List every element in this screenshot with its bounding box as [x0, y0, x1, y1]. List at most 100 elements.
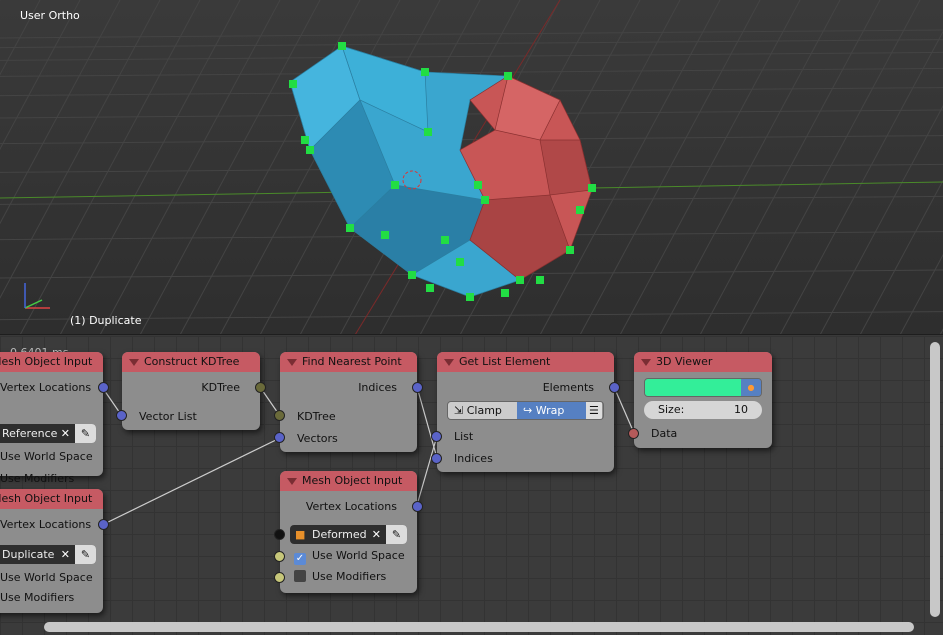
vertex	[289, 80, 297, 88]
object-field[interactable]: Reference ✕ ✎	[0, 424, 96, 443]
grid-line	[659, 0, 841, 334]
input-label: Vectors	[297, 432, 338, 445]
indices-input-socket[interactable]	[431, 453, 442, 464]
checkmark-icon[interactable]: ✓	[294, 553, 306, 565]
vertex	[421, 68, 429, 76]
output-socket[interactable]	[412, 501, 423, 512]
checkbox-icon[interactable]	[294, 570, 306, 582]
object-cube-icon: ■	[295, 528, 306, 541]
vectors-input-socket[interactable]	[274, 432, 285, 443]
vertex	[566, 246, 574, 254]
grid-line	[0, 0, 41, 76]
vertex	[576, 206, 584, 214]
clamp-label: Clamp	[466, 404, 502, 417]
output-label: Vertex Locations	[305, 500, 397, 513]
clear-icon[interactable]: ✕	[61, 424, 70, 443]
viewport-scene	[0, 0, 943, 334]
vertex	[501, 289, 509, 297]
output-socket[interactable]	[609, 382, 620, 393]
output-label: Indices	[358, 381, 397, 394]
wrap-label: Wrap	[535, 404, 565, 417]
node-header[interactable]: Find Nearest Point	[280, 352, 417, 372]
vertical-scrollbar[interactable]	[930, 342, 940, 617]
node-find-nearest-point[interactable]: Find Nearest Point Indices KDTree Vector…	[274, 352, 423, 452]
color-swatch[interactable]	[645, 379, 741, 396]
use-world-space-label[interactable]: Use World Space	[0, 571, 93, 584]
grid-line	[0, 39, 943, 49]
grid-line	[739, 0, 921, 334]
node-header[interactable]: Mesh Object Input	[0, 489, 103, 509]
input-socket[interactable]	[116, 410, 127, 421]
object-name: Deformed	[312, 528, 367, 541]
grid-line	[59, 0, 241, 334]
output-socket[interactable]	[98, 519, 109, 530]
node-header[interactable]: Mesh Object Input	[0, 352, 103, 372]
color-field[interactable]: ●	[644, 378, 762, 397]
vertex	[441, 236, 449, 244]
node-mesh-object-input-duplicate[interactable]: Mesh Object Input Vertex Locations Dupli…	[0, 489, 109, 613]
grid-line	[0, 135, 943, 145]
node-editor[interactable]: 0.6401 ms Mesh Object Input Vertex Locat…	[0, 336, 943, 635]
modifiers-socket[interactable]	[274, 572, 285, 583]
vertex	[306, 146, 314, 154]
grid-line	[99, 0, 281, 334]
output-socket[interactable]	[255, 382, 266, 393]
eyedropper-icon[interactable]: ✎	[75, 545, 96, 564]
color-dot-icon[interactable]: ●	[741, 379, 761, 396]
vertex	[504, 72, 512, 80]
vertex	[588, 184, 596, 192]
node-header[interactable]: Mesh Object Input	[280, 471, 417, 491]
grid-line	[19, 0, 201, 334]
list-input-socket[interactable]	[431, 431, 442, 442]
node-get-list-element[interactable]: Get List Element Elements ⇲ Clamp ↪ Wrap…	[431, 352, 620, 472]
grid-line	[899, 253, 943, 334]
3d-viewport[interactable]: User Ortho (1) Duplicate	[0, 0, 943, 335]
grid-line	[0, 51, 943, 61]
clamp-option[interactable]: ⇲ Clamp	[448, 402, 517, 419]
vertex	[456, 258, 464, 266]
node-3d-viewer[interactable]: 3D Viewer ● Size: 10 Data	[628, 352, 772, 448]
object-field[interactable]: Duplicate ✕ ✎	[0, 545, 96, 564]
use-world-space-label[interactable]: Use World Space	[0, 450, 93, 463]
eyedropper-icon[interactable]: ✎	[386, 525, 407, 544]
list-icon[interactable]: ☰	[586, 402, 602, 419]
node-mesh-object-input-deformed[interactable]: Mesh Object Input Vertex Locations ■ Defo…	[274, 471, 423, 593]
object-field[interactable]: ■ Deformed ✕ ✎	[290, 525, 407, 544]
use-modifiers-checkbox[interactable]: Use Modifiers	[294, 570, 386, 583]
clear-icon[interactable]: ✕	[61, 545, 70, 564]
size-field[interactable]: Size: 10	[644, 401, 762, 419]
node-header[interactable]: Get List Element	[437, 352, 614, 372]
horizontal-scrollbar[interactable]	[44, 622, 914, 632]
size-value: 10	[734, 403, 748, 416]
wrap-option[interactable]: ↪ Wrap	[517, 402, 586, 419]
object-label: (1) Duplicate	[70, 314, 142, 327]
input-label: Data	[651, 427, 678, 440]
vertex	[481, 196, 489, 204]
clear-icon[interactable]: ✕	[372, 525, 381, 544]
node-header[interactable]: Construct KDTree	[122, 352, 260, 372]
kdtree-input-socket[interactable]	[274, 410, 285, 421]
node-header[interactable]: 3D Viewer	[634, 352, 772, 372]
output-socket[interactable]	[412, 382, 423, 393]
vertex	[424, 128, 432, 136]
vertex	[381, 231, 389, 239]
use-modifiers-label[interactable]: Use Modifiers	[0, 591, 74, 604]
output-socket[interactable]	[98, 382, 109, 393]
input-label: List	[454, 430, 474, 443]
vertex	[474, 181, 482, 189]
data-input-socket[interactable]	[628, 428, 639, 439]
grid-line	[0, 0, 121, 225]
mode-selector[interactable]: ⇲ Clamp ↪ Wrap ☰	[447, 401, 604, 420]
object-input-socket[interactable]	[274, 529, 285, 540]
use-modifiers-label[interactable]: Use Modifiers	[0, 472, 74, 485]
eyedropper-icon[interactable]: ✎	[75, 424, 96, 443]
output-label: Vertex Locations	[0, 518, 92, 531]
world-space-socket[interactable]	[274, 551, 285, 562]
node-mesh-object-input-reference[interactable]: Mesh Object Input Vertex Locations Refer…	[0, 352, 109, 485]
grid-line	[0, 109, 943, 119]
output-label: Elements	[542, 381, 594, 394]
use-world-space-checkbox[interactable]: ✓ Use World Space	[294, 549, 405, 565]
checkbox-label: Use World Space	[312, 549, 405, 562]
node-construct-kdtree[interactable]: Construct KDTree KDTree Vector List	[116, 352, 266, 430]
vertex	[426, 284, 434, 292]
